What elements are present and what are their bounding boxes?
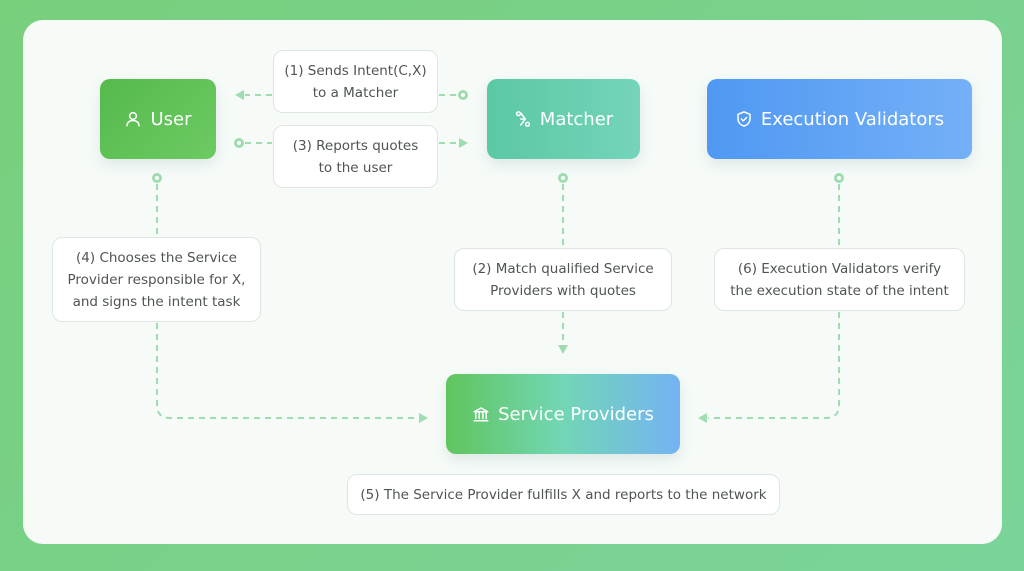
step-2-note: (2) Match qualified Service Providers wi… bbox=[454, 248, 672, 311]
node-providers-label: Service Providers bbox=[498, 403, 654, 425]
node-matcher-label: Matcher bbox=[539, 108, 614, 130]
bank-icon bbox=[473, 407, 489, 422]
node-user-label: User bbox=[150, 108, 192, 130]
route-icon bbox=[515, 111, 530, 127]
node-user[interactable]: User bbox=[100, 79, 216, 159]
step-6-note: (6) Execution Validators verify the exec… bbox=[714, 248, 965, 311]
node-matcher[interactable]: Matcher bbox=[487, 79, 640, 159]
step-1-note: (1) Sends Intent(C,X) to a Matcher bbox=[273, 50, 438, 113]
shield-check-icon bbox=[737, 111, 751, 127]
step-5-note: (5) The Service Provider fulfills X and … bbox=[347, 474, 780, 515]
step-3-note: (3) Reports quotes to the user bbox=[273, 125, 438, 188]
node-service-providers[interactable]: Service Providers bbox=[446, 374, 680, 454]
node-validators-label: Execution Validators bbox=[760, 108, 945, 130]
node-execution-validators[interactable]: Execution Validators bbox=[707, 79, 972, 159]
step-4-note: (4) Chooses the Service Provider respons… bbox=[52, 237, 261, 322]
user-icon bbox=[126, 111, 141, 127]
